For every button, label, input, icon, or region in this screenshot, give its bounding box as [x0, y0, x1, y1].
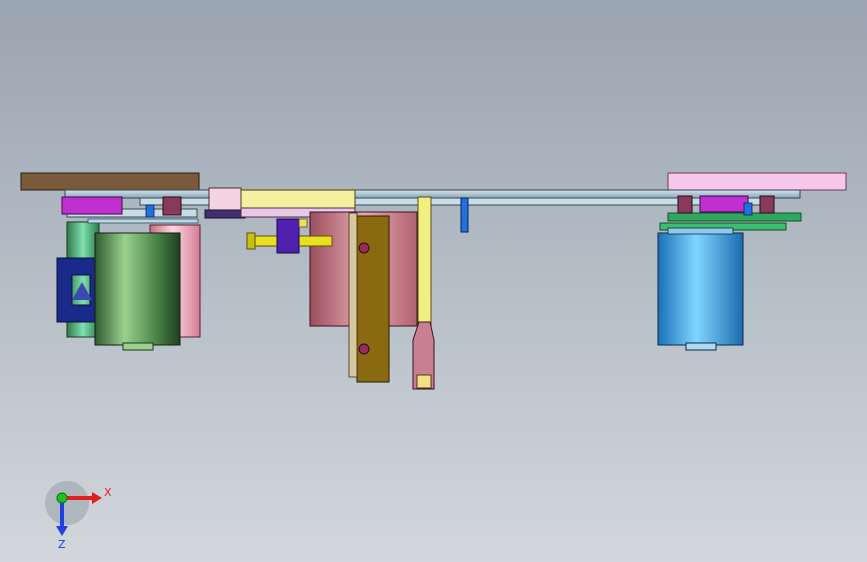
y-axis-dot: [56, 492, 68, 504]
right-blue-cylinder-top: [667, 227, 734, 235]
z-axis-label: Z: [58, 538, 66, 550]
right-dark-post-2[interactable]: [759, 195, 775, 214]
right-top-plate[interactable]: [667, 172, 847, 191]
left-green-cylinder[interactable]: [94, 232, 181, 346]
right-magenta-block[interactable]: [699, 195, 749, 213]
olive-bracket-edge: [348, 212, 358, 378]
left-magenta-block[interactable]: [61, 196, 123, 215]
yellow-pin-head: [246, 232, 256, 250]
center-left-pulley-base[interactable]: [204, 209, 246, 219]
left-thin-strip[interactable]: [87, 218, 199, 224]
right-blue-cylinder-cap: [685, 342, 717, 351]
axis-triad: X Z: [45, 481, 112, 550]
left-green-cylinder-cap: [122, 342, 154, 351]
left-top-plate[interactable]: [20, 172, 200, 191]
blue-screw[interactable]: [460, 197, 469, 233]
z-axis-arrow: [56, 526, 68, 536]
rail-blue-nut-right[interactable]: [743, 202, 753, 216]
right-rail-plate-green[interactable]: [667, 212, 802, 222]
x-axis-label: X: [104, 486, 112, 499]
cad-viewport[interactable]: [0, 0, 867, 562]
rail-blue-nut-left[interactable]: [145, 204, 155, 218]
bracket-bolt-bottom[interactable]: [358, 343, 370, 355]
small-yellow-key: [298, 218, 308, 228]
right-dark-post[interactable]: [677, 195, 693, 214]
triad-shadow: [45, 481, 89, 525]
bracket-bolt-top[interactable]: [358, 242, 370, 254]
olive-bracket[interactable]: [356, 215, 390, 383]
pink-nozzle-tip: [416, 374, 432, 389]
left-dark-post[interactable]: [162, 196, 182, 216]
x-axis-arrow: [92, 492, 102, 504]
right-blue-cylinder[interactable]: [657, 232, 744, 346]
purple-block[interactable]: [276, 218, 300, 254]
yellow-bar[interactable]: [417, 196, 432, 328]
